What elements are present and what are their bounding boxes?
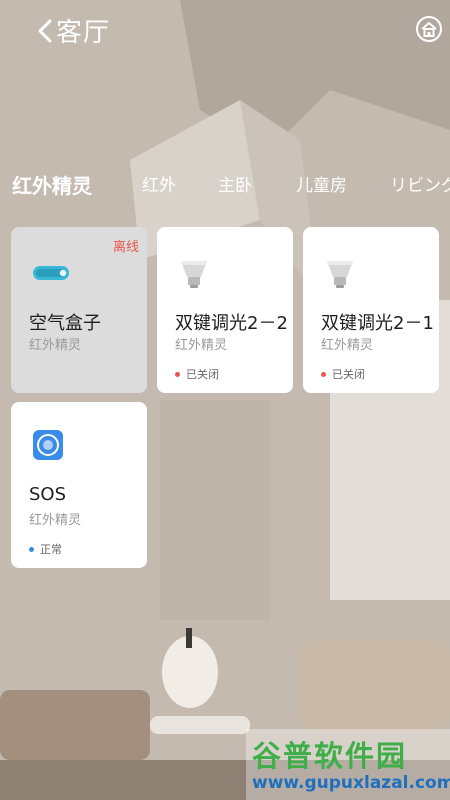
room-tabs: 红外精灵 红外 主卧 儿童房 リビング bbox=[0, 168, 450, 204]
device-name: 空气盒子 bbox=[29, 313, 101, 334]
status-dot bbox=[29, 546, 34, 552]
device-card-dimmer-2-1[interactable]: 双键调光2－1 红外精灵 已关闭 bbox=[303, 227, 439, 393]
device-status: 已关闭 bbox=[175, 366, 219, 382]
bulb-icon bbox=[321, 251, 365, 295]
device-status-text: 已关闭 bbox=[186, 368, 219, 381]
device-status: 已关闭 bbox=[321, 366, 365, 382]
watermark-logo: 谷普软件园 www.gupuxlazal.com bbox=[246, 729, 450, 800]
device-card-dimmer-2-2[interactable]: 双键调光2－2 红外精灵 已关闭 bbox=[157, 227, 293, 393]
tab-living[interactable]: リビング bbox=[390, 168, 450, 204]
chevron-left-icon bbox=[38, 19, 52, 43]
device-room: 红外精灵 bbox=[29, 513, 82, 528]
home-button[interactable] bbox=[414, 14, 444, 44]
tab-hongwai[interactable]: 红外 bbox=[142, 168, 176, 204]
status-dot bbox=[321, 371, 326, 377]
sos-icon bbox=[29, 426, 73, 470]
tab-hongwai-jingling[interactable]: 红外精灵 bbox=[12, 168, 92, 204]
watermark-url: www.gupuxlazal.com bbox=[252, 773, 450, 793]
device-name: 双键调光2－1 bbox=[321, 313, 434, 334]
home-icon bbox=[416, 16, 442, 42]
device-status-text: 已关闭 bbox=[332, 368, 365, 381]
device-room: 红外精灵 bbox=[29, 338, 82, 353]
tab-master-bedroom[interactable]: 主卧 bbox=[218, 168, 252, 204]
device-card-sos[interactable]: SOS 红外精灵 正常 bbox=[11, 402, 147, 568]
device-card-air-box[interactable]: 离线 空气盒子 红外精灵 bbox=[11, 227, 147, 393]
device-name: SOS bbox=[29, 484, 67, 505]
device-room: 红外精灵 bbox=[321, 338, 374, 353]
device-room: 红外精灵 bbox=[175, 338, 228, 353]
device-status-text: 正常 bbox=[40, 543, 62, 556]
tab-kids-room[interactable]: 儿童房 bbox=[296, 168, 347, 204]
page-title: 客厅 bbox=[56, 18, 111, 48]
offline-badge: 离线 bbox=[112, 240, 139, 255]
device-status: 正常 bbox=[29, 541, 62, 557]
watermark-title: 谷普软件园 bbox=[252, 739, 408, 773]
air-box-icon bbox=[29, 251, 73, 295]
device-name: 双键调光2－2 bbox=[175, 313, 288, 334]
header-bar: 客厅 bbox=[0, 0, 450, 62]
bulb-icon bbox=[175, 251, 219, 295]
status-dot bbox=[175, 371, 180, 377]
background-room-image bbox=[0, 0, 450, 800]
